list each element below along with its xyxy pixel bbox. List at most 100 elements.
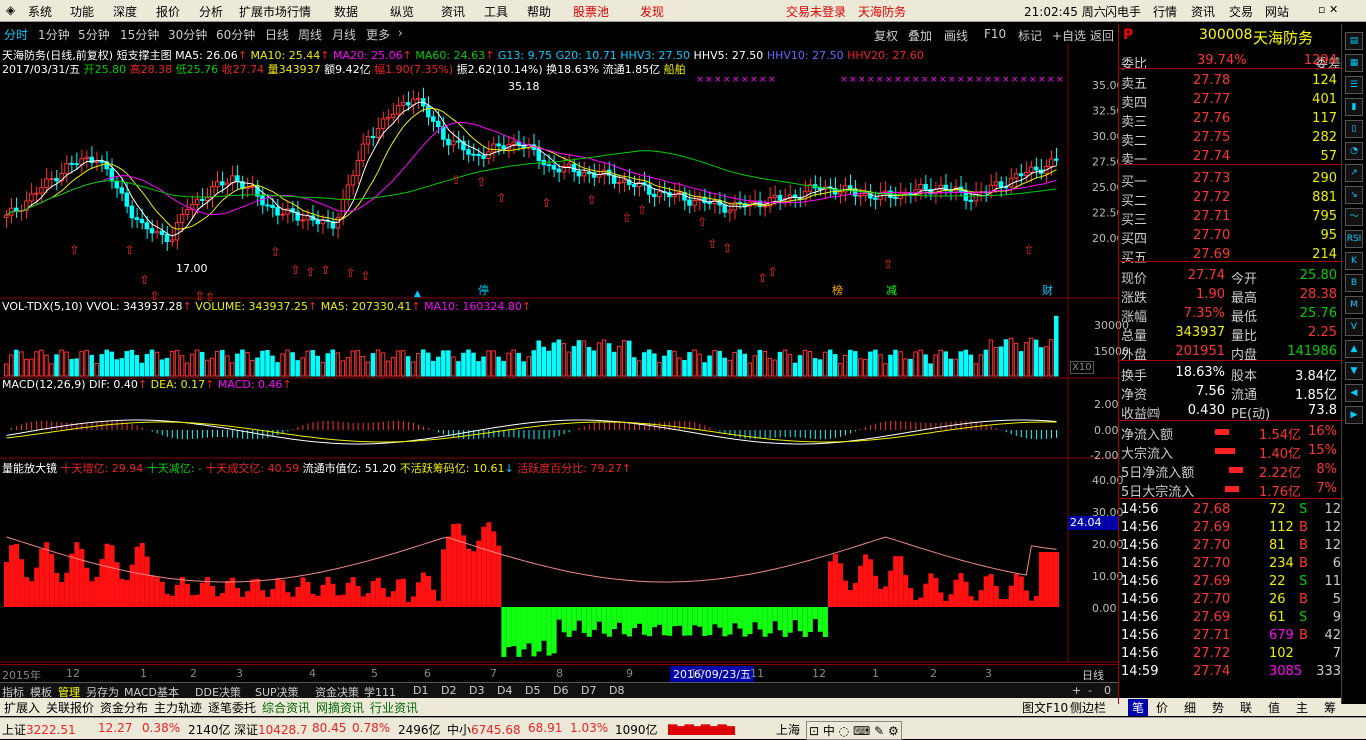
menu-function[interactable]: 功能 xyxy=(70,3,94,20)
back-button[interactable]: 返回 xyxy=(1090,27,1114,44)
event-marker[interactable]: 榜 xyxy=(832,283,843,297)
sell-price: 27.77 xyxy=(1193,92,1231,107)
info-tab[interactable]: 资金分布 xyxy=(100,699,148,716)
info-tab[interactable]: 网摘资讯 xyxy=(316,699,364,716)
event-marker[interactable]: 停 xyxy=(478,283,489,297)
panel-divider xyxy=(1119,261,1341,262)
menu-help[interactable]: 帮助 xyxy=(527,3,551,20)
amp-bar xyxy=(69,553,75,607)
kline-icon[interactable]: ▮ xyxy=(1345,98,1363,116)
window-controls[interactable]: ▫ ✕ xyxy=(1318,3,1338,16)
menu-overview[interactable]: 纵览 xyxy=(390,3,414,20)
quote-field: 最高 xyxy=(1231,291,1258,306)
ten-day-increase: 十天增亿: 29.94 xyxy=(60,462,144,475)
amp-indicator-name[interactable]: 量能放大镜 xyxy=(2,462,57,475)
info-tab[interactable]: 扩展入 xyxy=(4,699,40,716)
tab-30min[interactable]: 30分钟 xyxy=(168,26,207,43)
tab-monthly[interactable]: 月线 xyxy=(332,26,356,43)
tab-daily[interactable]: 日线 xyxy=(265,26,289,43)
tab-website[interactable]: 网站 xyxy=(1265,3,1289,20)
flash-trade-button[interactable]: 闪电手 xyxy=(1105,3,1141,20)
zoom-control[interactable]: - xyxy=(1088,684,1092,697)
indicator-tab[interactable]: D6 xyxy=(553,684,568,697)
vol-icon[interactable]: V xyxy=(1345,318,1363,336)
zoom-control[interactable]: 0 xyxy=(1104,684,1111,697)
list-icon[interactable]: ☰ xyxy=(1345,76,1363,94)
quote-field: 流通 xyxy=(1231,388,1258,403)
restore-rights-button[interactable]: 复权 xyxy=(874,27,898,44)
indicator-tab[interactable]: D7 xyxy=(581,684,596,697)
quote-field: 141986 xyxy=(1287,344,1337,359)
info-tab[interactable]: 关联报价 xyxy=(46,699,94,716)
down-icon[interactable]: ↘ xyxy=(1345,186,1363,204)
tab-quote[interactable]: 行情 xyxy=(1153,3,1177,20)
overlay-button[interactable]: 叠加 xyxy=(908,27,932,44)
ime-toolbar-icon[interactable]: ⊡ 中 ◌ ⌨ ✎ ⚙ xyxy=(806,721,902,740)
index-sh[interactable]: 上证3222.51 xyxy=(2,721,76,738)
f10-button[interactable]: F10 xyxy=(984,27,1006,41)
tab-60min[interactable]: 60分钟 xyxy=(216,26,255,43)
pie-icon[interactable]: ◔ xyxy=(1345,142,1363,160)
macd-indicator-name[interactable]: MACD(12,26,9) xyxy=(2,378,86,391)
kdj-icon[interactable]: K xyxy=(1345,252,1363,270)
rsi-icon[interactable]: RSI xyxy=(1345,230,1363,248)
tab-5min[interactable]: 5分钟 xyxy=(78,26,110,43)
menu-ext-market[interactable]: 扩展市场行情 xyxy=(239,3,311,20)
indicator-tab[interactable]: D1 xyxy=(413,684,428,697)
arrow-right-icon[interactable]: ▶ xyxy=(1345,406,1363,424)
chevron-right-icon[interactable]: › xyxy=(398,26,403,40)
chart-icon[interactable]: ▤ xyxy=(1345,32,1363,50)
ma5-line xyxy=(6,101,1057,237)
tab-15min[interactable]: 15分钟 xyxy=(120,26,159,43)
discover-button[interactable]: 发现 xyxy=(640,3,664,20)
concept-tag[interactable]: 船舶 xyxy=(664,63,686,76)
menu-quote[interactable]: 报价 xyxy=(156,3,180,20)
stock-pool-button[interactable]: 股票池 xyxy=(573,3,609,20)
grid-icon[interactable]: ▦ xyxy=(1345,54,1363,72)
f10-text-button[interactable]: 图文F10 xyxy=(1022,699,1068,716)
zoom-control[interactable]: + xyxy=(1072,684,1081,697)
arrow-down-icon[interactable]: ▼ xyxy=(1345,362,1363,380)
indicator-tab[interactable]: D3 xyxy=(469,684,484,697)
menu-data[interactable]: 数据 xyxy=(334,3,358,20)
index-sz[interactable]: 深证10428.7 xyxy=(234,721,308,738)
bars-icon[interactable]: ▯ xyxy=(1345,120,1363,138)
indicator-tab[interactable]: D5 xyxy=(525,684,540,697)
tick-row: 14:56 27.69 112 B 12 xyxy=(1119,519,1341,537)
menu-depth[interactable]: 深度 xyxy=(113,3,137,20)
ma-icon[interactable]: 〜 xyxy=(1345,208,1363,226)
menu-analysis[interactable]: 分析 xyxy=(199,3,223,20)
login-status[interactable]: 交易未登录 xyxy=(786,3,846,20)
menu-system[interactable]: 系统 xyxy=(28,3,52,20)
tab-news[interactable]: 资讯 xyxy=(1191,3,1215,20)
draw-button[interactable]: 画线 xyxy=(944,27,968,44)
indicator-tab[interactable]: D2 xyxy=(441,684,456,697)
sidebar-toggle[interactable]: 侧边栏 xyxy=(1070,699,1106,716)
event-marker[interactable]: 减 xyxy=(886,284,897,297)
zx-value: 6745.68 xyxy=(471,723,521,737)
up-icon[interactable]: ↗ xyxy=(1345,164,1363,182)
boll-icon[interactable]: B xyxy=(1345,274,1363,292)
info-tab[interactable]: 主力轨迹 xyxy=(154,699,202,716)
info-tab[interactable]: 综合资讯 xyxy=(262,699,310,716)
arrow-up-icon[interactable]: ▲ xyxy=(1345,340,1363,358)
tab-trade[interactable]: 交易 xyxy=(1229,3,1253,20)
mark-button[interactable]: 标记 xyxy=(1018,27,1042,44)
indicator-tab[interactable]: D4 xyxy=(497,684,512,697)
tab-timeshare[interactable]: 分时 xyxy=(4,26,28,43)
indicator-tab[interactable]: D8 xyxy=(609,684,624,697)
tab-1min[interactable]: 1分钟 xyxy=(38,26,70,43)
arrow-left-icon[interactable]: ◀ xyxy=(1345,384,1363,402)
add-watchlist-button[interactable]: +自选 xyxy=(1052,27,1086,44)
macd-icon[interactable]: M xyxy=(1345,296,1363,314)
index-zx[interactable]: 中小6745.68 xyxy=(447,721,521,738)
tab-weekly[interactable]: 周线 xyxy=(298,26,322,43)
tab-more[interactable]: 更多 xyxy=(366,26,390,43)
info-tab[interactable]: 行业资讯 xyxy=(370,699,418,716)
event-marker[interactable]: 财 xyxy=(1042,283,1053,297)
menu-tools[interactable]: 工具 xyxy=(484,3,508,20)
menu-news[interactable]: 资讯 xyxy=(441,3,465,20)
info-tab[interactable]: 逐笔委托 xyxy=(208,699,256,716)
kline-chart[interactable]: 35.0032.5030.0027.5025.0022.5020.00 ⇧⇧⇧⇧… xyxy=(0,44,1118,682)
vol-indicator-name[interactable]: VOL-TDX(5,10) xyxy=(2,300,83,313)
